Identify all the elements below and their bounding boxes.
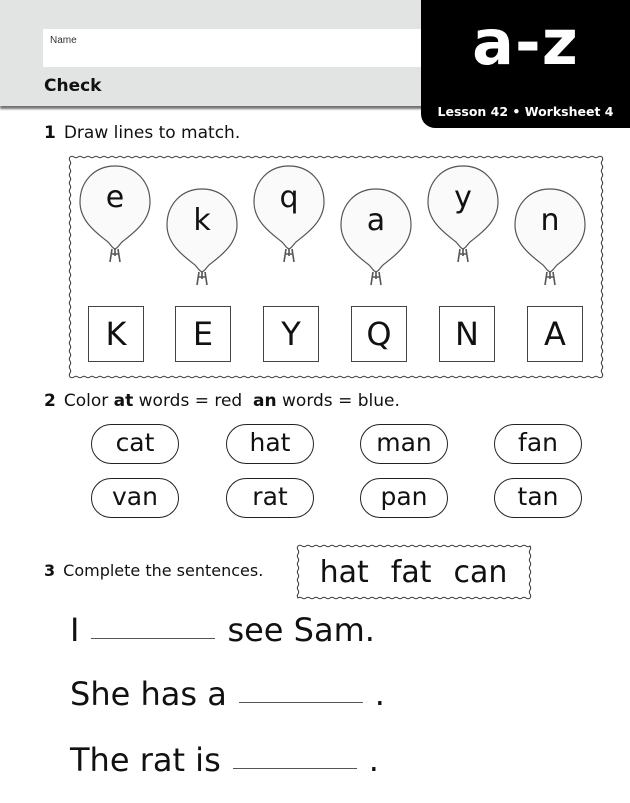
balloon-icon bbox=[253, 165, 325, 263]
keyword-at: at bbox=[113, 391, 134, 411]
balloon-letter: q bbox=[279, 180, 299, 215]
balloon-icon bbox=[79, 165, 151, 263]
answer-blank[interactable] bbox=[91, 637, 216, 639]
sentence-end: . bbox=[368, 741, 379, 779]
lesson-badge: a-z Lesson 42 • Worksheet 4 bbox=[421, 0, 630, 128]
question-instruction: Complete the sentences. bbox=[63, 561, 264, 580]
badge-subtitle: Lesson 42 • Worksheet 4 bbox=[437, 104, 614, 119]
question-1-heading: 1 Draw lines to match. bbox=[44, 123, 240, 143]
capital-letter-box[interactable]: A bbox=[527, 306, 583, 362]
balloon[interactable]: e bbox=[78, 162, 158, 282]
balloon[interactable]: y bbox=[426, 162, 506, 282]
instruction-mid: words = red bbox=[138, 391, 243, 411]
word-pill[interactable]: van bbox=[91, 478, 179, 518]
word-pill[interactable]: cat bbox=[91, 424, 179, 464]
word-bank: hat fat can bbox=[296, 544, 532, 600]
balloon[interactable]: n bbox=[513, 185, 593, 305]
capital-letter-box[interactable]: Y bbox=[263, 306, 319, 362]
sentence: The rat is. bbox=[70, 741, 379, 779]
word-bank-word: fat bbox=[390, 554, 432, 590]
sentence-end: . bbox=[374, 675, 385, 713]
instruction-prefix: Color bbox=[63, 391, 109, 411]
question-number: 3 bbox=[44, 561, 56, 580]
balloon-letter: n bbox=[540, 203, 560, 238]
capital-letter-box[interactable]: Q bbox=[351, 306, 407, 362]
word-pill[interactable]: fan bbox=[494, 424, 582, 464]
sentence: She has a. bbox=[70, 675, 385, 713]
word-pill[interactable]: tan bbox=[494, 478, 582, 518]
question-instruction: Draw lines to match. bbox=[63, 123, 241, 143]
word-bank-word: hat bbox=[319, 554, 369, 590]
header-bar: Name Check bbox=[0, 0, 440, 106]
balloon-letter: y bbox=[454, 180, 472, 215]
keyword-an: an bbox=[253, 391, 277, 411]
word-pill[interactable]: hat bbox=[226, 424, 314, 464]
badge-title: a-z bbox=[472, 6, 579, 79]
word-pill[interactable]: man bbox=[360, 424, 448, 464]
balloon-icon bbox=[166, 188, 238, 286]
word-pill[interactable]: rat bbox=[226, 478, 314, 518]
page-title: Check bbox=[44, 76, 102, 96]
question-number: 1 bbox=[44, 123, 56, 143]
capital-letter-box[interactable]: N bbox=[439, 306, 495, 362]
question-number: 2 bbox=[44, 391, 56, 411]
balloon-letter: k bbox=[193, 203, 211, 238]
balloon-letter: e bbox=[105, 180, 125, 215]
sentence-start: She has a bbox=[70, 675, 227, 713]
balloon-letter: a bbox=[366, 203, 386, 238]
capital-letter-box[interactable]: E bbox=[175, 306, 231, 362]
balloon-icon bbox=[514, 188, 586, 286]
balloon[interactable]: k bbox=[165, 185, 245, 305]
question-3-heading: 3 Complete the sentences. bbox=[44, 561, 263, 580]
answer-blank[interactable] bbox=[238, 701, 363, 703]
sentence-end: see Sam. bbox=[227, 611, 375, 649]
sentence: Isee Sam. bbox=[70, 611, 375, 649]
balloon-icon bbox=[427, 165, 499, 263]
sentence-start: I bbox=[70, 611, 80, 649]
answer-blank[interactable] bbox=[232, 767, 357, 769]
name-field[interactable]: Name bbox=[43, 29, 440, 67]
sentence-start: The rat is bbox=[70, 741, 221, 779]
balloon-icon bbox=[340, 188, 412, 286]
name-label: Name bbox=[50, 35, 77, 46]
balloon[interactable]: a bbox=[339, 185, 419, 305]
word-pill[interactable]: pan bbox=[360, 478, 448, 518]
question-2-heading: 2 Color at words = red an words = blue. bbox=[44, 391, 400, 411]
instruction-suffix: words = blue. bbox=[282, 391, 400, 411]
word-bank-words: hat fat can bbox=[298, 546, 529, 598]
capital-letter-box[interactable]: K bbox=[88, 306, 144, 362]
word-bank-word: can bbox=[453, 554, 508, 590]
balloon[interactable]: q bbox=[252, 162, 332, 282]
